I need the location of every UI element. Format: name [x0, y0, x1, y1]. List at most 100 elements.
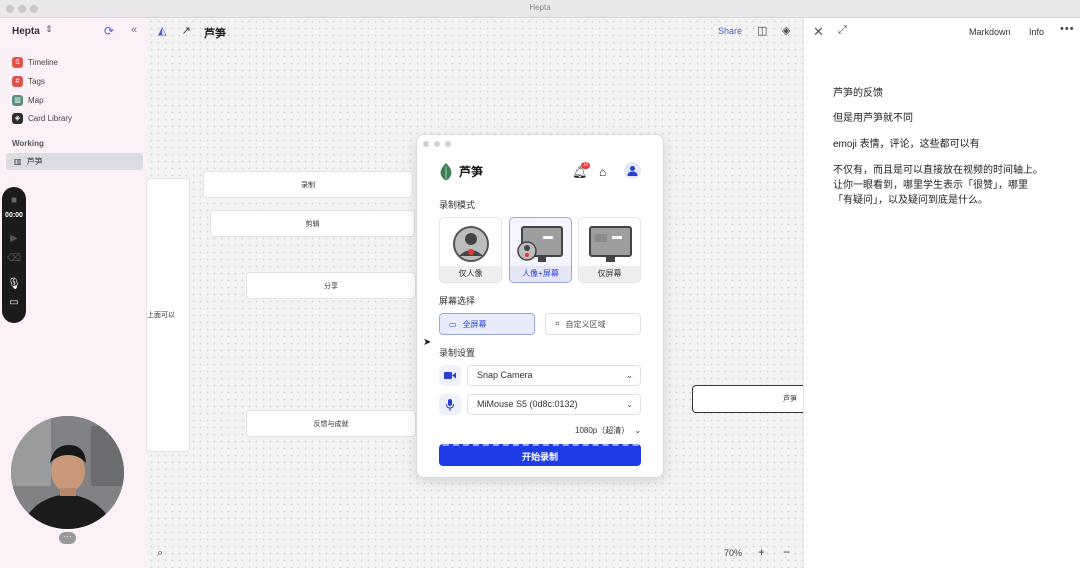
- zoom-out-button[interactable]: −: [783, 545, 790, 559]
- dialog-brand: 芦笋: [439, 163, 483, 180]
- map-icon: ▥: [14, 157, 22, 166]
- more-options-icon[interactable]: •••: [1060, 23, 1075, 35]
- title-bar: Hepta: [0, 0, 1080, 18]
- select-tool-icon[interactable]: ◭: [158, 25, 166, 37]
- app-window: Hepta Hepta ⇕ ⟳ « S Timeline # Tags ▥ Ma…: [0, 0, 1080, 568]
- quality-select[interactable]: 1080p（超清） ⌄: [575, 425, 641, 436]
- settings-section-title: 录制设置: [439, 348, 476, 358]
- camera-device-icon: [439, 365, 461, 386]
- mode-screen-only[interactable]: 仅屏幕: [578, 217, 641, 283]
- card-text: 上面可以: [147, 312, 175, 319]
- canvas-toolbar: ◭ ↗: [158, 24, 191, 37]
- mode-portrait-only[interactable]: 仅人像: [439, 217, 502, 283]
- workspace-switch-icon[interactable]: ⇕: [45, 24, 53, 35]
- search-icon[interactable]: ⌕: [157, 547, 163, 560]
- microphone-select[interactable]: MiMouse S5 (0d8c:0132) ⌄: [467, 394, 641, 415]
- sidebar-item-label: Tags: [28, 76, 45, 86]
- expand-icon[interactable]: ⤢: [838, 24, 847, 37]
- more-icon[interactable]: ···: [59, 532, 76, 544]
- connector-tool-icon[interactable]: ↗: [182, 25, 191, 37]
- card-text: 剪辑: [305, 220, 320, 228]
- canvas-card-selected[interactable]: 芦笋: [692, 385, 812, 413]
- canvas-card[interactable]: 上面可以: [146, 178, 190, 452]
- card-text: 录制: [301, 181, 315, 189]
- note-paragraph: 不仅有，而且是可以直接放在视频的时间轴上。让你一眼看到，哪里学生表示「很赞」，哪…: [833, 165, 1043, 206]
- screen-section-title: 屏幕选择: [439, 296, 476, 306]
- sidebar-item-timeline[interactable]: S Timeline: [12, 55, 58, 69]
- sidebar-item-card-library[interactable]: ◈ Card Library: [12, 111, 72, 125]
- microphone-device-icon: [439, 394, 461, 415]
- collapse-sidebar-icon[interactable]: «: [131, 24, 137, 36]
- camera-select[interactable]: Snap Camera ⌄: [467, 365, 641, 386]
- notification-badge: 10: [581, 162, 590, 169]
- recording-timer: 00:00: [5, 212, 23, 219]
- portrait-screen-icon: [517, 226, 563, 262]
- timeline-icon: S: [12, 56, 23, 68]
- card-text: 芦笋: [783, 396, 797, 403]
- microphone-icon: [446, 398, 454, 411]
- zoom-in-button[interactable]: +: [758, 545, 765, 559]
- sync-icon[interactable]: ⟳: [104, 24, 114, 38]
- dialog-zoom-button[interactable]: [445, 141, 451, 147]
- mode-label: 仅屏幕: [579, 266, 640, 282]
- mode-portrait-screen[interactable]: 人像+屏幕: [509, 217, 572, 283]
- recorder-dialog: 芦笋 🔔︎ 10 ⌂ 录制模式 仅人像 人像+屏幕 仅屏幕 屏幕选择 ▭ 全屏幕…: [416, 134, 664, 478]
- webcam-preview[interactable]: [11, 416, 124, 529]
- tab-info[interactable]: Info: [1029, 27, 1044, 37]
- page-title: 芦笋: [204, 28, 226, 40]
- mouse-cursor-icon: ➤: [423, 337, 432, 348]
- play-icon[interactable]: ▶: [2, 233, 26, 244]
- monitor-icon: ▭: [449, 319, 457, 329]
- canvas-card[interactable]: 反馈与成就: [246, 410, 416, 437]
- leaf-logo-icon: [440, 163, 452, 180]
- layers-icon[interactable]: ◈: [782, 24, 790, 37]
- sidebar-item-label: Timeline: [28, 57, 58, 67]
- sidebar-item-map[interactable]: ▥ Map: [12, 93, 44, 107]
- dialog-close-button[interactable]: [423, 141, 429, 147]
- canvas-card[interactable]: 分享: [246, 272, 416, 299]
- trash-icon[interactable]: ⌫: [2, 253, 26, 264]
- option-label: 自定义区域: [565, 319, 606, 329]
- webcam-image: [11, 416, 124, 529]
- sidebar-item-label: Map: [28, 95, 44, 105]
- start-recording-button[interactable]: 开始录制: [439, 444, 641, 466]
- stop-icon[interactable]: ■: [2, 195, 26, 206]
- option-label: 全屏幕: [462, 319, 487, 329]
- share-button[interactable]: Share: [718, 26, 742, 36]
- zoom-level: 70%: [724, 548, 743, 558]
- window-title: Hepta: [529, 3, 551, 12]
- user-avatar-icon[interactable]: [624, 162, 641, 179]
- card-text: 分享: [324, 282, 338, 290]
- map-icon: ▥: [12, 94, 23, 106]
- layout-icon[interactable]: ◫: [757, 24, 767, 37]
- chevron-down-icon: ⌄: [626, 371, 633, 380]
- dialog-minimize-button[interactable]: [434, 141, 440, 147]
- sidebar-item-tags[interactable]: # Tags: [12, 74, 45, 88]
- workspace-name[interactable]: Hepta: [12, 26, 40, 37]
- camera-icon[interactable]: ▭: [2, 297, 26, 308]
- custom-area-option[interactable]: ⌗ 自定义区域: [545, 313, 641, 335]
- mode-label: 仅人像: [440, 266, 501, 282]
- microphone-value: MiMouse S5 (0d8c:0132): [477, 399, 578, 409]
- home-icon[interactable]: ⌂: [599, 165, 606, 179]
- note-line: emoji 表情，评论，这些都可以有: [833, 139, 980, 150]
- portrait-icon: [453, 226, 489, 262]
- right-panel: ✕ ⤢ Markdown Info ••• 芦笋的反馈 但是用芦笋就不同 emo…: [803, 18, 1080, 568]
- camera-value: Snap Camera: [477, 370, 533, 380]
- mode-section-title: 录制模式: [439, 200, 476, 210]
- tab-markdown[interactable]: Markdown: [969, 27, 1011, 37]
- canvas-card[interactable]: 剪辑: [210, 210, 415, 237]
- chevron-down-icon: ⌄: [634, 426, 642, 435]
- close-icon[interactable]: ✕: [813, 24, 824, 40]
- tag-icon: #: [12, 75, 23, 87]
- fullscreen-option[interactable]: ▭ 全屏幕: [439, 313, 535, 335]
- microphone-icon[interactable]: 🎙: [2, 277, 26, 290]
- card-text: 反馈与成就: [313, 420, 349, 428]
- brand-name: 芦笋: [459, 165, 484, 179]
- quality-value: 1080p（超清）: [575, 426, 630, 435]
- canvas-card[interactable]: 录制: [203, 171, 413, 198]
- recorder-toolbar: ■ 00:00 ▶ ⌫ 🎙 ▭: [2, 187, 26, 323]
- crop-icon: ⌗: [555, 319, 560, 328]
- sidebar-item-working-map[interactable]: ▥ 芦笋: [6, 153, 143, 170]
- sidebar-item-label: Card Library: [28, 113, 73, 123]
